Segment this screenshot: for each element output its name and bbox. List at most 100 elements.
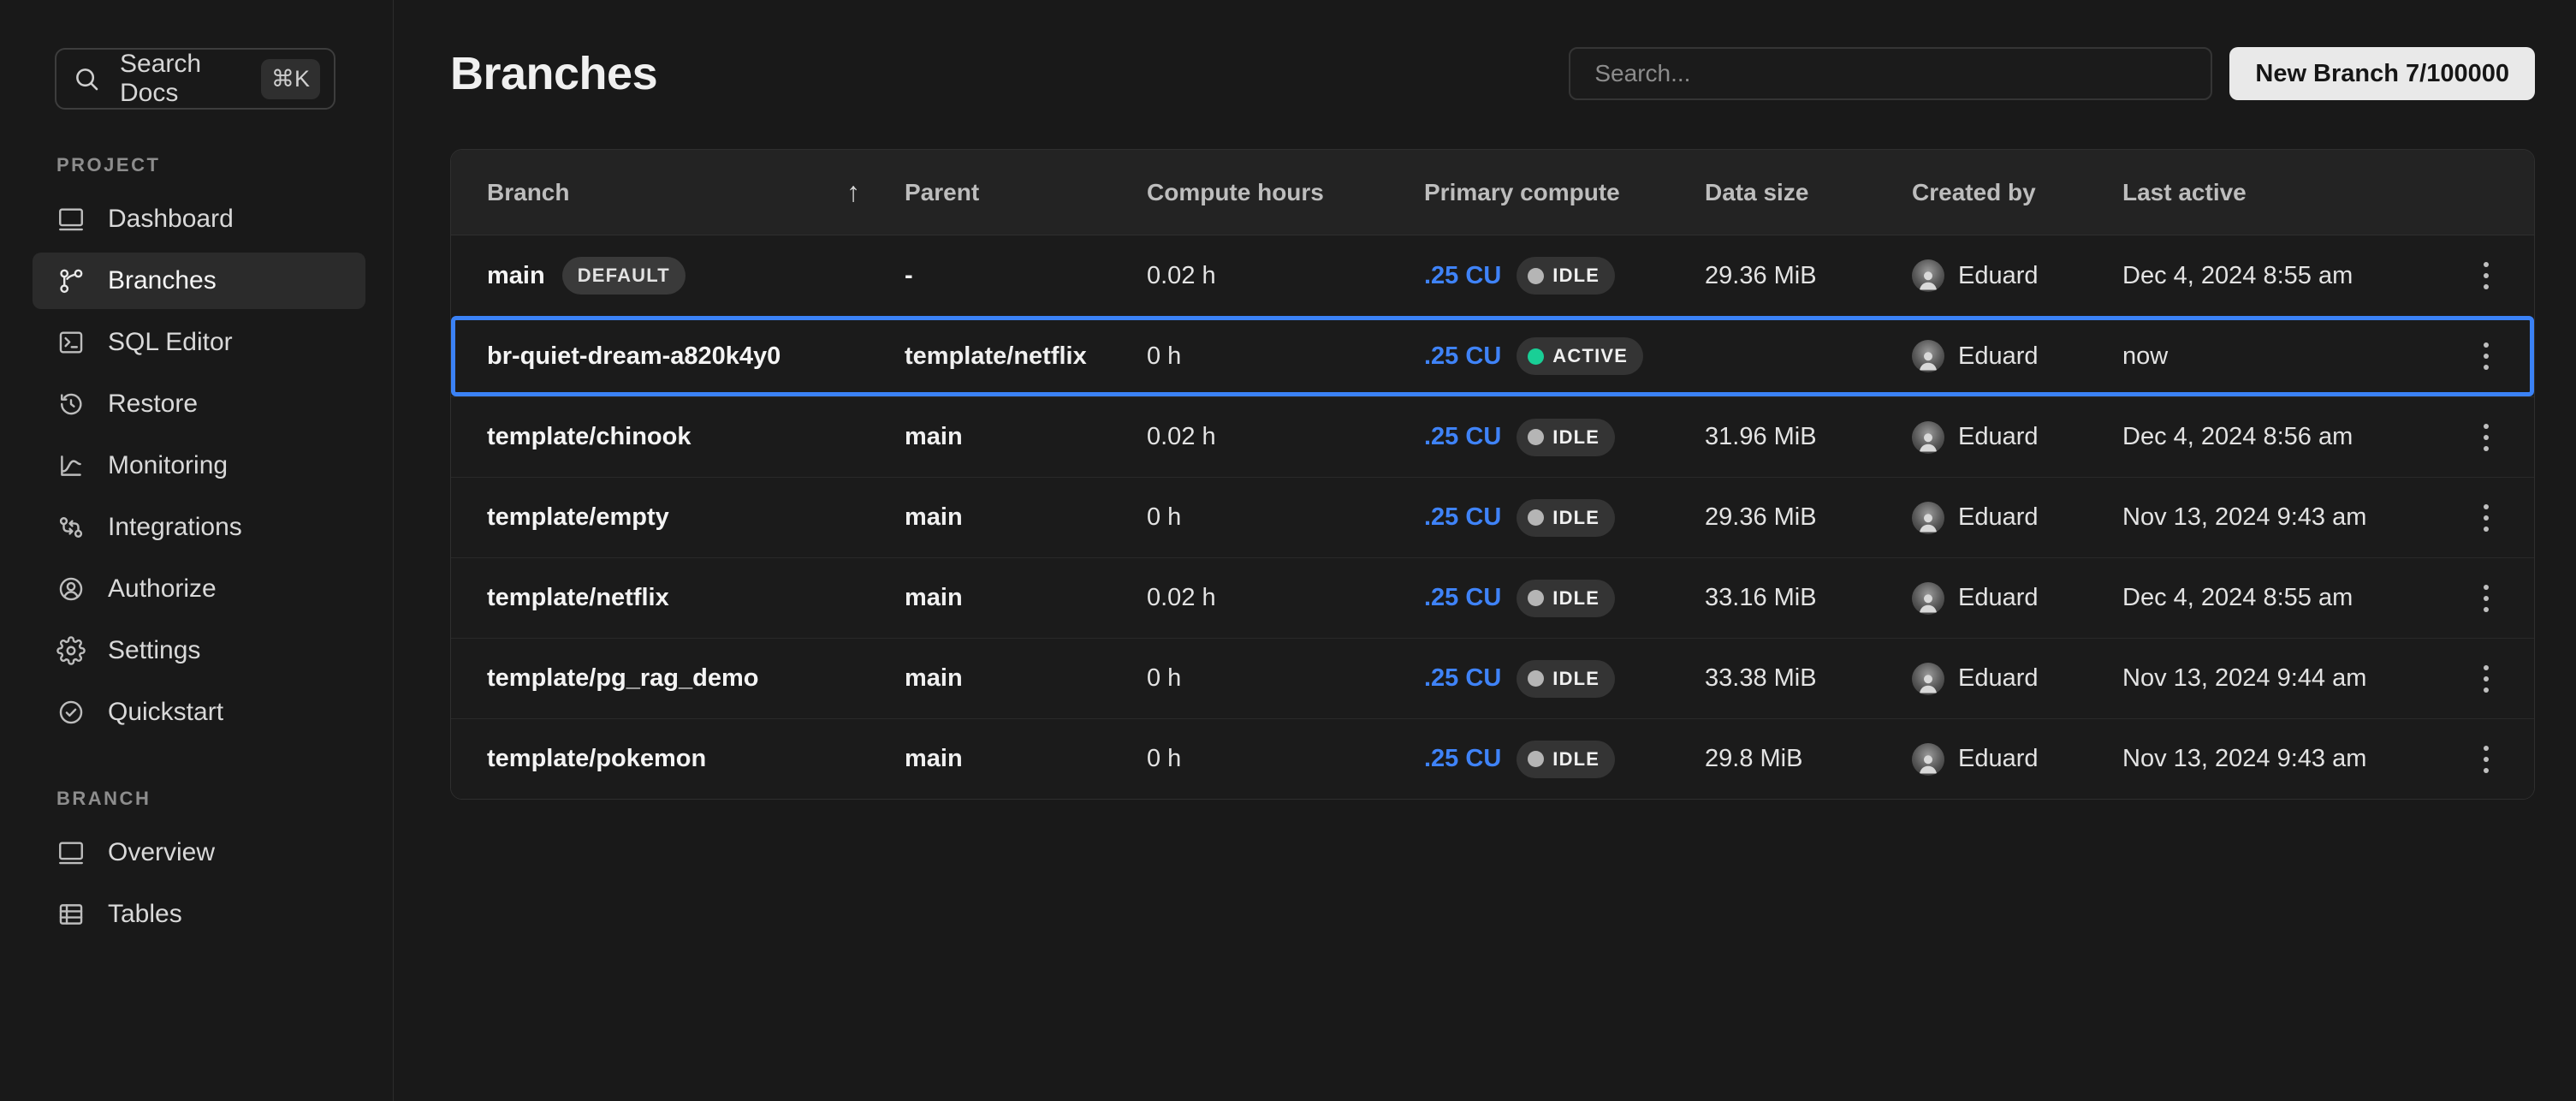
- sidebar-item-label: Integrations: [108, 513, 242, 542]
- compute-hours: 0.02 h: [1147, 262, 1424, 290]
- compute-hours: 0 h: [1147, 503, 1424, 532]
- sql-editor-icon: [56, 328, 86, 357]
- table-row[interactable]: main DEFAULT - 0.02 h .25 CU IDLE 29.36 …: [451, 235, 2534, 316]
- creator-name: Eduard: [1958, 342, 2039, 371]
- last-active: now: [2122, 342, 2450, 371]
- column-header-parent[interactable]: Parent: [905, 179, 1147, 206]
- command-k-shortcut: ⌘K: [261, 59, 320, 99]
- last-active: Nov 13, 2024 9:44 am: [2122, 664, 2450, 693]
- compute-units-link[interactable]: .25 CU: [1424, 342, 1501, 371]
- avatar: [1912, 340, 1944, 372]
- sidebar-item-overview[interactable]: Overview: [33, 824, 365, 881]
- sidebar-item-label: SQL Editor: [108, 328, 233, 357]
- column-header-created-by[interactable]: Created by: [1912, 179, 2122, 206]
- status-dot-icon: [1528, 751, 1544, 767]
- row-menu-button[interactable]: [2475, 657, 2497, 701]
- main-content: Branches New Branch 7/100000 Branch ↑ Pa…: [394, 0, 2576, 1101]
- compute-hours: 0.02 h: [1147, 423, 1424, 451]
- sidebar-item-branches[interactable]: Branches: [33, 253, 365, 309]
- sidebar-item-monitoring[interactable]: Monitoring: [33, 437, 365, 494]
- status-dot-icon: [1528, 590, 1544, 606]
- parent-branch: main: [905, 423, 1147, 451]
- avatar: [1912, 421, 1944, 454]
- page-title: Branches: [450, 47, 657, 100]
- compute-units-link[interactable]: .25 CU: [1424, 664, 1501, 693]
- branch-name: template/chinook: [487, 423, 691, 451]
- row-menu-button[interactable]: [2475, 253, 2497, 298]
- row-menu-button[interactable]: [2475, 737, 2497, 782]
- sidebar-item-sql-editor[interactable]: SQL Editor: [33, 314, 365, 371]
- compute-hours: 0 h: [1147, 745, 1424, 773]
- status-dot-icon: [1528, 268, 1544, 284]
- sidebar-item-label: Authorize: [108, 574, 217, 604]
- row-menu-button[interactable]: [2475, 334, 2497, 378]
- last-active: Nov 13, 2024 9:43 am: [2122, 745, 2450, 773]
- column-header-branch[interactable]: Branch ↑: [487, 176, 905, 208]
- new-branch-button[interactable]: New Branch 7/100000: [2229, 47, 2535, 100]
- header-actions: New Branch 7/100000: [1569, 47, 2535, 100]
- table-row[interactable]: template/netflix main 0.02 h .25 CU IDLE…: [451, 557, 2534, 638]
- status-badge: IDLE: [1517, 741, 1615, 778]
- column-header-data-size[interactable]: Data size: [1705, 179, 1912, 206]
- status-badge: ACTIVE: [1517, 337, 1643, 375]
- last-active: Dec 4, 2024 8:56 am: [2122, 423, 2450, 451]
- tables-icon: [56, 900, 86, 929]
- sidebar-item-restore[interactable]: Restore: [33, 376, 365, 432]
- branch-name: template/pg_rag_demo: [487, 664, 758, 693]
- sidebar-item-integrations[interactable]: Integrations: [33, 499, 365, 556]
- branch-name: template/empty: [487, 503, 669, 532]
- table-row[interactable]: br-quiet-dream-a820k4y0 template/netflix…: [451, 316, 2534, 396]
- sidebar: Search Docs ⌘K PROJECT Dashboard Branche…: [0, 0, 394, 1101]
- last-active: Dec 4, 2024 8:55 am: [2122, 262, 2450, 290]
- search-icon: [72, 64, 101, 93]
- branch-search-input[interactable]: [1569, 47, 2212, 100]
- app-window: Search Docs ⌘K PROJECT Dashboard Branche…: [0, 0, 2576, 1101]
- sidebar-item-authorize[interactable]: Authorize: [33, 561, 365, 617]
- compute-units-link[interactable]: .25 CU: [1424, 262, 1501, 290]
- column-header-compute-hours[interactable]: Compute hours: [1147, 179, 1424, 206]
- sidebar-item-tables[interactable]: Tables: [33, 886, 365, 943]
- compute-units-link[interactable]: .25 CU: [1424, 745, 1501, 773]
- compute-hours: 0 h: [1147, 664, 1424, 693]
- status-badge: IDLE: [1517, 257, 1615, 295]
- nav-section-label-branch: BRANCH: [56, 788, 393, 810]
- compute-units-link[interactable]: .25 CU: [1424, 584, 1501, 612]
- sidebar-item-settings[interactable]: Settings: [33, 622, 365, 679]
- sidebar-item-quickstart[interactable]: Quickstart: [33, 684, 365, 741]
- nav-list: Overview Tables: [0, 822, 393, 945]
- avatar: [1912, 743, 1944, 776]
- sidebar-item-label: Tables: [108, 900, 182, 929]
- branches-icon: [56, 266, 86, 295]
- last-active: Dec 4, 2024 8:55 am: [2122, 584, 2450, 612]
- column-header-last-active[interactable]: Last active: [2122, 179, 2450, 206]
- compute-units-link[interactable]: .25 CU: [1424, 503, 1501, 532]
- sidebar-item-label: Settings: [108, 636, 200, 665]
- search-docs-label: Search Docs: [120, 50, 242, 108]
- row-menu-button[interactable]: [2475, 576, 2497, 621]
- column-header-primary-compute[interactable]: Primary compute: [1424, 179, 1705, 206]
- data-size: 33.16 MiB: [1705, 584, 1912, 612]
- status-dot-icon: [1528, 348, 1544, 365]
- overview-icon: [56, 838, 86, 867]
- status-dot-icon: [1528, 509, 1544, 526]
- avatar: [1912, 582, 1944, 615]
- status-badge: IDLE: [1517, 580, 1615, 617]
- integrations-icon: [56, 513, 86, 542]
- table-row[interactable]: template/pokemon main 0 h .25 CU IDLE 29…: [451, 718, 2534, 799]
- row-menu-button[interactable]: [2475, 496, 2497, 540]
- table-row[interactable]: template/empty main 0 h .25 CU IDLE 29.3…: [451, 477, 2534, 557]
- nav-section-label-project: PROJECT: [56, 154, 393, 176]
- parent-branch: main: [905, 664, 1147, 693]
- search-docs-button[interactable]: Search Docs ⌘K: [55, 48, 335, 110]
- sort-asc-icon[interactable]: ↑: [846, 176, 860, 208]
- quickstart-icon: [56, 698, 86, 727]
- sidebar-item-label: Quickstart: [108, 698, 223, 727]
- data-size: 31.96 MiB: [1705, 423, 1912, 451]
- row-menu-button[interactable]: [2475, 415, 2497, 460]
- data-size: 29.36 MiB: [1705, 262, 1912, 290]
- table-row[interactable]: template/pg_rag_demo main 0 h .25 CU IDL…: [451, 638, 2534, 718]
- table-row[interactable]: template/chinook main 0.02 h .25 CU IDLE…: [451, 396, 2534, 477]
- parent-branch: main: [905, 584, 1147, 612]
- compute-units-link[interactable]: .25 CU: [1424, 423, 1501, 451]
- sidebar-item-dashboard[interactable]: Dashboard: [33, 191, 365, 247]
